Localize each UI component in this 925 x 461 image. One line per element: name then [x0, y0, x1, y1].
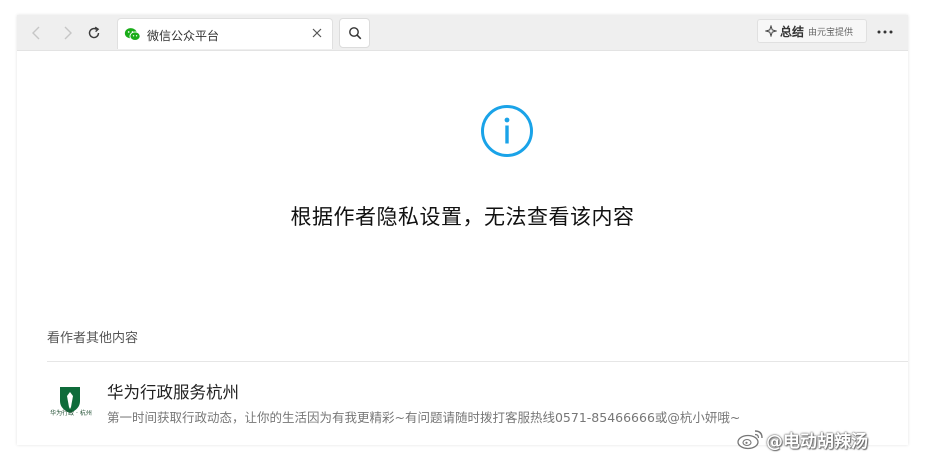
forward-button[interactable]: [55, 21, 79, 45]
summary-button[interactable]: 总结 由元宝提供: [757, 19, 867, 43]
account-name: 华为行政服务杭州: [107, 383, 239, 402]
browser-window: 微信公众平台 总结 由元宝提供 根据作者隐私设置，无法查看该内容 看作者其他内容…: [17, 15, 908, 445]
close-icon[interactable]: [310, 26, 324, 40]
search-button[interactable]: [339, 18, 370, 48]
divider: [47, 361, 908, 362]
wechat-icon: [124, 28, 141, 41]
chevron-right-icon: [64, 26, 72, 40]
browser-toolbar: 微信公众平台 总结 由元宝提供: [17, 15, 908, 51]
tab-wechat-platform[interactable]: 微信公众平台: [117, 18, 333, 49]
refresh-icon: [88, 26, 100, 39]
search-icon: [348, 27, 361, 40]
privacy-message: 根据作者隐私设置，无法查看该内容: [290, 205, 635, 229]
section-title: 看作者其他内容: [47, 331, 139, 346]
summary-provider: 由元宝提供: [808, 27, 854, 38]
sparkle-icon: [765, 25, 777, 37]
tab-title: 微信公众平台: [147, 29, 220, 43]
account-logo-text: 华为行政 · 杭州: [50, 410, 92, 417]
back-button[interactable]: [25, 21, 49, 45]
weibo-icon: [737, 430, 763, 450]
info-icon: [481, 105, 533, 157]
screenshot-page: 微信公众平台 总结 由元宝提供 根据作者隐私设置，无法查看该内容 看作者其他内容…: [0, 0, 925, 461]
chevron-left-icon: [32, 26, 40, 40]
refresh-button[interactable]: [82, 21, 106, 45]
summary-label: 总结: [780, 24, 805, 39]
account-description: 第一时间获取行政动态，让你的生活因为有我更精彩~有问题请随时拨打客服热线0571…: [107, 410, 741, 425]
watermark-text: @电动胡辣汤: [766, 431, 868, 452]
more-icon: [877, 30, 893, 34]
watermark: @电动胡辣汤: [736, 426, 868, 452]
more-options-button[interactable]: [874, 21, 896, 43]
